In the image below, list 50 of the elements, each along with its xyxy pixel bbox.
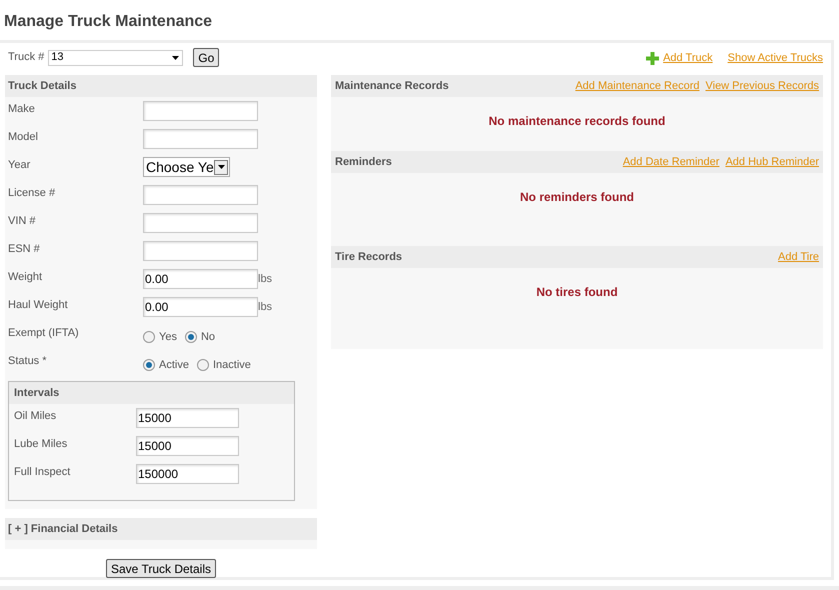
field-label: License # [8,186,56,201]
truck-label: Truck # [8,50,44,66]
section-header: Reminders [335,154,392,170]
field-label: Exempt (IFTA) [8,326,80,341]
section-header: Intervals [9,382,294,404]
empty-message: No tires found [536,285,618,299]
field-label: Model [8,130,39,145]
page-title: Manage Truck Maintenance [3,12,214,32]
field-label: Full Inspect [14,465,72,480]
collapsible-header[interactable]: [ + ] Financial Details [5,518,317,540]
radio-button[interactable] [184,331,197,344]
text-field[interactable] [143,213,258,233]
radio-button[interactable] [143,359,155,372]
section-header: Truck Details [5,75,317,97]
radio-label: Inactive [212,358,251,373]
empty-message: No reminders found [520,190,634,204]
radio-label: Yes [159,330,177,345]
field-label: Lube Miles [14,437,68,452]
go-button[interactable]: Go [193,48,220,67]
unit-label: lbs [258,300,272,315]
unit-label: lbs [258,272,272,287]
field-label: Haul Weight [8,298,69,313]
field-label: ESN # [8,242,41,257]
text-field[interactable]: 15000 [136,436,239,456]
year-dropdown[interactable]: Choose Ye [143,157,230,177]
text-field[interactable]: 15000 [136,408,239,428]
section-header: Tire Records [335,250,402,265]
truck-dropdown[interactable]: 13 [48,50,184,66]
text-field[interactable] [143,241,258,261]
section-header: Maintenance Records [335,78,449,94]
text-field[interactable]: 150000 [136,464,239,484]
text-field[interactable] [143,185,258,205]
empty-message: No maintenance records found [488,114,666,128]
field-label: VIN # [8,214,37,229]
plus-icon [646,52,660,65]
field-label: Make [8,102,36,117]
field-label: Weight [8,270,44,285]
save-button[interactable]: Save Truck Details [106,559,216,578]
text-field[interactable]: 0.00 [143,269,258,289]
radio-label: Active [159,358,189,373]
field-label: Status * [8,354,48,369]
radio-label: No [200,330,216,345]
radio-button[interactable] [143,331,155,344]
text-field[interactable] [143,101,258,121]
field-label: Year [8,158,32,173]
radio-button[interactable] [196,359,209,372]
dropdown-arrow-icon [172,56,180,60]
field-label: Oil Miles [14,409,58,424]
text-field[interactable]: 0.00 [143,297,258,317]
text-field[interactable] [143,129,258,149]
